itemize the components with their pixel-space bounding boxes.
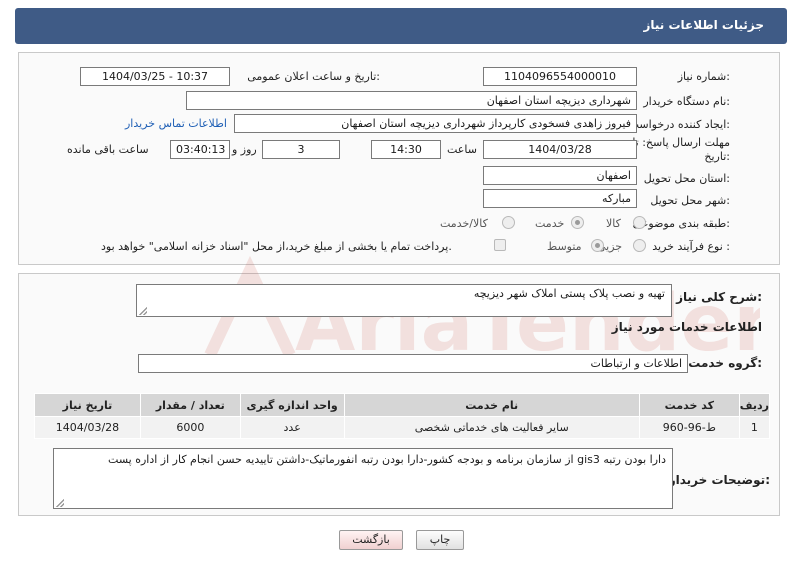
col-header-quantity: تعداد / مقدار: [139, 393, 241, 417]
process-label: نوع فرآیند خرید :: [652, 240, 730, 253]
buyer-org-label: نام دستگاه خریدار:: [643, 95, 730, 108]
services-heading: اطلاعات خدمات مورد نیاز: [611, 320, 762, 334]
resize-grip-icon[interactable]: [56, 499, 64, 507]
table-header-row: ردیف کد خدمت نام خدمت واحد اندازه گیری ت…: [34, 393, 771, 417]
deadline-date-field[interactable]: 1404/03/28: [483, 140, 637, 159]
buyer-contact-link[interactable]: اطلاعات تماس خریدار: [125, 117, 227, 130]
col-header-row-number: ردیف: [738, 393, 771, 417]
treasury-payment-checkbox[interactable]: [494, 239, 506, 251]
need-number-label: شماره نیاز:: [677, 70, 730, 83]
table-row: 1 ط-96-960 سایر فعالیت های خدماتی شخصی ع…: [34, 416, 771, 439]
deadline-label: مهلت ارسال پاسخ: تا: [632, 136, 730, 149]
days-field[interactable]: 3: [262, 140, 340, 159]
summary-textarea[interactable]: تهیه و نصب پلاک پستی املاک شهر دیزیچه: [136, 284, 672, 317]
col-header-need-date: تاریخ نیاز: [34, 393, 141, 417]
process-option-medium: متوسط: [547, 240, 582, 253]
resize-grip-icon[interactable]: [139, 307, 147, 315]
deadline-time-field[interactable]: 14:30: [371, 140, 441, 159]
process-radio-minor[interactable]: [633, 239, 646, 252]
treasury-payment-note: پرداخت تمام یا بخشی از مبلغ خرید،از محل …: [101, 240, 452, 253]
category-label: طبقه بندی موضوعی:: [632, 217, 730, 230]
cell-service-name: سایر فعالیت های خدماتی شخصی: [343, 416, 640, 439]
category-radio-service[interactable]: [571, 216, 584, 229]
cell-row-number: 1: [738, 416, 771, 439]
need-number-field[interactable]: 1104096554000010: [483, 67, 637, 86]
province-label: استان محل تحویل:: [643, 172, 730, 185]
announce-date-field[interactable]: 1404/03/25 - 10:37: [80, 67, 230, 86]
col-header-service-code: کد خدمت: [638, 393, 740, 417]
deadline-time-label: ساعت: [447, 143, 477, 156]
cell-quantity: 6000: [139, 416, 241, 439]
remaining-time-label: ساعت باقی مانده: [67, 143, 149, 156]
service-group-field[interactable]: اطلاعات و ارتباطات: [138, 354, 688, 373]
services-table: ردیف کد خدمت نام خدمت واحد اندازه گیری ت…: [34, 393, 771, 439]
creator-field[interactable]: فیروز زاهدی فسخودی کارپرداز شهرداری دیزی…: [234, 114, 637, 133]
summary-label: شرح کلی نیاز:: [676, 290, 762, 304]
page-header: جزئیات اطلاعات نیاز: [15, 8, 787, 44]
category-radio-goods-service[interactable]: [502, 216, 515, 229]
deadline-date-label: تاریخ:: [704, 150, 730, 163]
print-button[interactable]: چاپ: [416, 530, 464, 550]
page-title: جزئیات اطلاعات نیاز: [643, 18, 764, 32]
category-option-goods: کالا: [606, 217, 621, 230]
creator-label: ایجاد کننده درخواست:: [628, 118, 730, 131]
remaining-time-field[interactable]: 03:40:13: [170, 140, 230, 159]
category-option-service: خدمت: [535, 217, 565, 230]
buyer-notes-label: توضیحات خریدار:: [668, 473, 770, 487]
summary-text: تهیه و نصب پلاک پستی املاک شهر دیزیچه: [473, 287, 665, 300]
cell-need-date: 1404/03/28: [34, 416, 141, 439]
days-label: روز و: [232, 143, 257, 156]
col-header-unit: واحد اندازه گیری: [239, 393, 345, 417]
cell-service-code: ط-96-960: [638, 416, 740, 439]
province-field[interactable]: اصفهان: [483, 166, 637, 185]
process-radio-medium[interactable]: [591, 239, 604, 252]
cell-unit: عدد: [239, 416, 345, 439]
buyer-org-field[interactable]: شهرداری دیزیچه استان اصفهان: [186, 91, 637, 110]
category-option-goods-service: کالا/خدمت: [440, 217, 488, 230]
buyer-notes-text: دارا بودن رتبه gis3 از سازمان برنامه و ب…: [108, 453, 666, 466]
city-field[interactable]: مبارکه: [483, 189, 637, 208]
back-button[interactable]: بازگشت: [339, 530, 403, 550]
col-header-service-name: نام خدمت: [343, 393, 640, 417]
city-label: شهر محل تحویل:: [650, 194, 730, 207]
announce-date-label: تاریخ و ساعت اعلان عمومی:: [247, 70, 380, 83]
buyer-notes-textarea[interactable]: دارا بودن رتبه gis3 از سازمان برنامه و ب…: [53, 448, 673, 509]
category-radio-goods[interactable]: [633, 216, 646, 229]
service-group-label: گروه خدمت:: [688, 356, 762, 370]
